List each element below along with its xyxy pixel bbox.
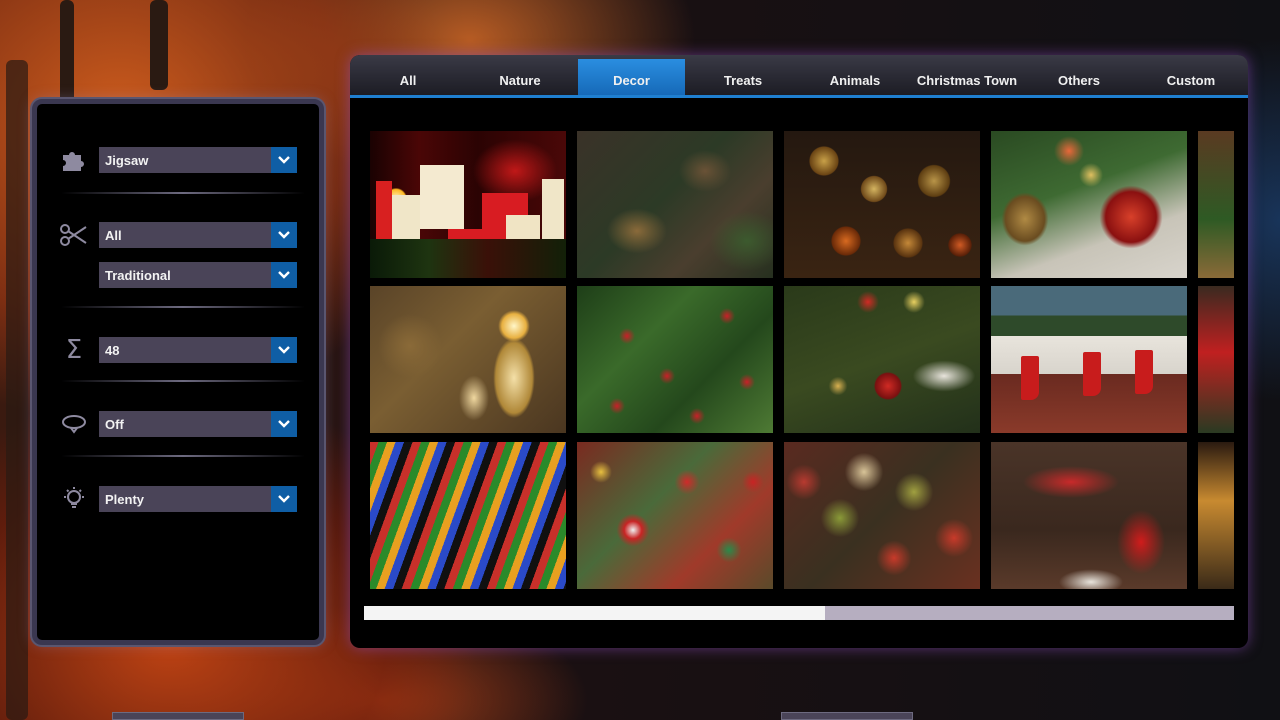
puzzle-thumbnail[interactable] [1198,442,1234,589]
stocking [1135,350,1153,394]
cut-group-value: All [105,227,122,243]
candle [420,165,464,229]
piece-count-row: Σ 48 [37,335,319,365]
hints-value: Plenty [105,491,145,507]
puzzle-type-row: Jigsaw [37,147,319,173]
tab-others[interactable]: Others [1023,55,1135,95]
chevron-down-icon[interactable] [271,337,297,363]
cut-style-row: Traditional [37,262,319,288]
rotation-value: Off [105,416,124,432]
bottom-button[interactable] [781,712,913,720]
tab-label: Christmas Town [916,72,1018,88]
gallery-scrollbar[interactable] [364,606,1234,620]
scrollbar-thumb[interactable] [364,606,826,620]
chevron-down-icon[interactable] [271,262,297,288]
lightbulb-icon [59,486,89,512]
puzzle-thumbnail[interactable] [784,286,980,433]
puzzle-thumbnail[interactable] [370,286,566,433]
scissors-icon [59,222,89,248]
tab-label: Nature [499,72,541,88]
piece-count-value: 48 [105,342,120,358]
tree-branch [150,0,168,90]
puzzle-thumbnail[interactable] [370,131,566,278]
puzzle-thumbnail[interactable] [991,286,1187,433]
puzzle-thumbnail[interactable] [577,286,773,433]
bottom-button[interactable] [112,712,244,720]
divider [61,380,305,382]
tab-label: Animals [829,72,881,88]
cut-style-value: Traditional [105,267,171,283]
puzzle-piece-icon [59,147,89,173]
puzzle-thumbnail[interactable] [1198,131,1234,278]
rotation-dropdown[interactable]: Off [99,411,297,437]
puzzle-thumbnail[interactable] [991,131,1187,278]
tab-decor[interactable]: Decor [578,59,685,95]
cut-group-row: All [37,222,319,248]
puzzle-thumbnail[interactable] [370,442,566,589]
puzzle-type-dropdown[interactable]: Jigsaw [99,147,297,173]
puzzle-thumbnail[interactable] [577,131,773,278]
tab-label: Custom [1166,72,1216,88]
tab-all[interactable]: All [352,55,464,95]
tab-animals[interactable]: Animals [799,55,911,95]
settings-panel: Jigsaw All Traditional Σ 48 Off Plenty [32,99,324,645]
candle [542,179,564,241]
tree-trunk [6,60,28,720]
divider [61,455,305,457]
cut-style-dropdown[interactable]: Traditional [99,262,297,288]
tab-label: Treats [723,72,763,88]
puzzle-thumbnail[interactable] [784,442,980,589]
divider [61,192,305,194]
cut-group-dropdown[interactable]: All [99,222,297,248]
category-tab-bar: All Nature Decor Treats Animals Christma… [350,55,1248,98]
puzzle-type-value: Jigsaw [105,152,149,168]
sigma-icon: Σ [65,335,83,365]
puzzle-thumbnail[interactable] [1198,286,1234,433]
tab-custom[interactable]: Custom [1135,55,1247,95]
tab-label: Decor [613,72,650,88]
divider [61,306,305,308]
stocking [1083,352,1101,396]
puzzle-thumbnail[interactable] [784,131,980,278]
stocking [1021,356,1039,400]
hints-row: Plenty [37,486,319,512]
chevron-down-icon[interactable] [271,411,297,437]
tab-nature[interactable]: Nature [464,55,576,95]
tab-label: Others [1058,72,1100,88]
puzzle-browser: All Nature Decor Treats Animals Christma… [350,55,1248,648]
piece-count-dropdown[interactable]: 48 [99,337,297,363]
tab-label: All [399,72,417,88]
greenery [370,239,566,278]
chevron-down-icon[interactable] [271,147,297,173]
rotate-icon [59,411,89,437]
tab-treats[interactable]: Treats [687,55,799,95]
rotation-row: Off [37,411,319,437]
hints-dropdown[interactable]: Plenty [99,486,297,512]
puzzle-thumbnail[interactable] [991,442,1187,589]
chevron-down-icon[interactable] [271,486,297,512]
tree-branch [60,0,74,110]
chevron-down-icon[interactable] [271,222,297,248]
tab-christmas-town[interactable]: Christmas Town [911,55,1023,95]
puzzle-thumbnail[interactable] [577,442,773,589]
